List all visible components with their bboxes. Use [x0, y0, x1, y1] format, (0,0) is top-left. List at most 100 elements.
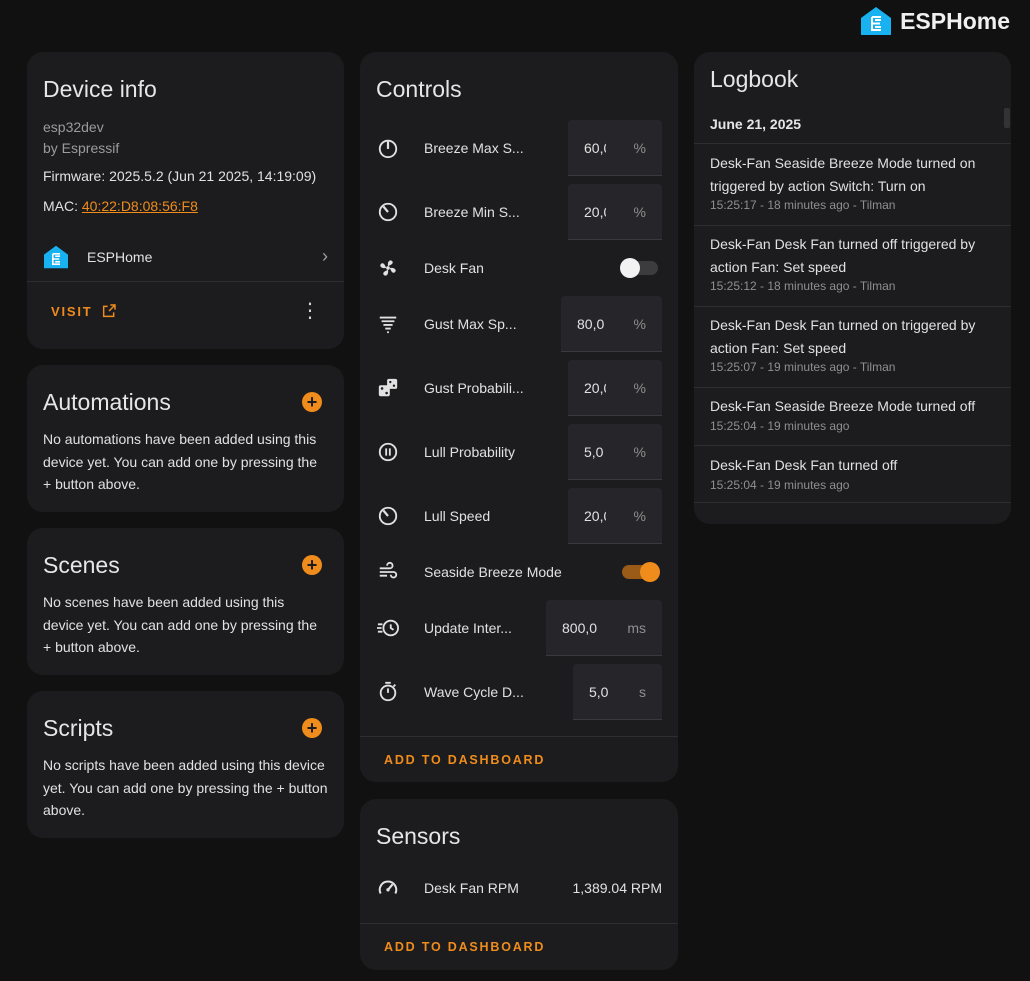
integration-label: ESPHome: [87, 248, 153, 265]
number-unit: %: [633, 315, 646, 332]
number-value: 80,0: [577, 315, 605, 332]
number-input[interactable]: 60,0 %: [568, 120, 662, 176]
brand-name: ESPHome: [900, 7, 1010, 34]
integration-row-esphome[interactable]: ESPHome ›: [27, 232, 344, 282]
control-label: Breeze Min S...: [424, 204, 520, 220]
control-label: Seaside Breeze Mode: [424, 564, 562, 580]
control-row[interactable]: Lull Speed 20,0 %: [360, 488, 678, 544]
esphome-logo-icon: [861, 7, 892, 35]
number-unit: %: [633, 379, 646, 396]
filter-icon: [376, 312, 400, 336]
number-input[interactable]: 800,0 ms: [546, 600, 662, 656]
dice-icon: [376, 376, 400, 400]
device-info-card: Device info esp32dev by Espressif Firmwa…: [27, 52, 344, 349]
add-scene-button[interactable]: +: [302, 555, 322, 575]
seaside-breeze-toggle[interactable]: [622, 562, 660, 582]
device-mac: MAC: 40:22:D8:08:56:F8: [27, 195, 344, 217]
number-unit: %: [633, 139, 646, 156]
number-unit: %: [633, 507, 646, 524]
log-message: Desk-Fan Seaside Breeze Mode turned off: [710, 398, 976, 414]
pause-circle-icon: [376, 440, 400, 464]
log-message: Desk-Fan Desk Fan turned on triggered by…: [710, 317, 976, 356]
number-value: 60,0: [584, 139, 606, 156]
number-value: 20,0: [584, 203, 606, 220]
sensor-row[interactable]: Desk Fan RPM 1,389.04 RPM: [360, 860, 678, 916]
log-message: Desk-Fan Desk Fan turned off: [710, 457, 898, 473]
control-row[interactable]: Gust Max Sp... 80,0 %: [360, 296, 678, 352]
automations-empty-text: No automations have been added using thi…: [43, 431, 317, 492]
log-message: Desk-Fan Desk Fan turned off triggered b…: [710, 236, 976, 275]
chevron-right-icon: ›: [322, 246, 328, 266]
sensor-value: 1,389.04 RPM: [572, 880, 663, 896]
controls-add-to-dashboard-button[interactable]: ADD TO DASHBOARD: [384, 753, 545, 767]
open-in-new-icon: [102, 304, 116, 318]
control-row[interactable]: Lull Probability 5,0 %: [360, 424, 678, 480]
scripts-title: Scripts: [43, 715, 114, 741]
logbook-scrollbar[interactable]: [1004, 108, 1010, 128]
log-entry[interactable]: Desk-Fan Desk Fan turned off triggered b…: [694, 233, 1011, 307]
automations-title: Automations: [43, 389, 171, 415]
logbook-title: Logbook: [710, 66, 799, 92]
clock-fast-icon: [376, 616, 400, 640]
control-label: Desk Fan: [424, 260, 484, 276]
toggle-knob: [640, 562, 660, 582]
visit-button[interactable]: VISIT: [51, 303, 117, 319]
number-input[interactable]: 5,0 %: [568, 424, 662, 480]
number-input[interactable]: 20,0 %: [568, 184, 662, 240]
control-row[interactable]: Seaside Breeze Mode: [360, 544, 678, 600]
scripts-empty-text: No scripts have been added using this de…: [43, 757, 328, 818]
add-automation-button[interactable]: +: [302, 392, 322, 412]
scenes-empty-text: No scenes have been added using this dev…: [43, 594, 317, 655]
number-value: 5,0: [589, 683, 609, 700]
log-entry[interactable]: Desk-Fan Seaside Breeze Mode turned off …: [694, 395, 1011, 446]
number-input[interactable]: 20,0 %: [568, 360, 662, 416]
automations-card: Automations + No automations have been a…: [27, 365, 344, 512]
speedometer-slow-icon: [376, 504, 400, 528]
control-row[interactable]: Desk Fan: [360, 240, 678, 296]
speedometer-slow-icon: [376, 200, 400, 224]
logbook-date: June 21, 2025: [710, 116, 802, 132]
control-row[interactable]: Wave Cycle D... 5,0 s: [360, 664, 678, 720]
sensors-title: Sensors: [376, 823, 461, 849]
log-meta: 15:25:12 - 18 minutes ago - Tilman: [710, 279, 896, 293]
brand: ESPHome: [860, 6, 1010, 36]
scenes-title: Scenes: [43, 552, 120, 578]
number-unit: ms: [627, 619, 646, 636]
weather-windy-icon: [376, 560, 400, 584]
divider: [360, 736, 678, 737]
control-label: Gust Max Sp...: [424, 316, 517, 332]
number-input[interactable]: 20,0 %: [568, 488, 662, 544]
sensors-add-to-dashboard-button[interactable]: ADD TO DASHBOARD: [384, 940, 545, 954]
control-row[interactable]: Gust Probabili... 20,0 %: [360, 360, 678, 416]
scripts-card: Scripts + No scripts have been added usi…: [27, 691, 344, 838]
number-input[interactable]: 80,0 %: [561, 296, 662, 352]
number-unit: %: [633, 443, 646, 460]
control-row[interactable]: Update Inter... 800,0 ms: [360, 600, 678, 656]
gauge-icon: [376, 876, 400, 900]
control-label: Wave Cycle D...: [424, 684, 524, 700]
timer-icon: [376, 680, 400, 704]
esphome-icon: [44, 245, 68, 268]
number-input[interactable]: 5,0 s: [573, 664, 662, 720]
add-script-button[interactable]: +: [302, 718, 322, 738]
sensor-label: Desk Fan RPM: [424, 880, 519, 896]
mac-link[interactable]: 40:22:D8:08:56:F8: [82, 198, 198, 214]
speedometer-icon: [376, 136, 400, 160]
device-info-title: Device info: [43, 76, 157, 102]
visit-label: VISIT: [51, 303, 93, 319]
number-value: 800,0: [562, 619, 598, 636]
log-entry[interactable]: Desk-Fan Seaside Breeze Mode turned on t…: [694, 152, 1011, 226]
control-row[interactable]: Breeze Max S... 60,0 %: [360, 120, 678, 176]
number-unit: %: [633, 203, 646, 220]
more-options-icon[interactable]: ⋮: [300, 301, 320, 321]
toggle-knob: [620, 258, 640, 278]
log-entry[interactable]: Desk-Fan Desk Fan turned on triggered by…: [694, 314, 1011, 388]
fan-icon: [376, 256, 400, 280]
control-row[interactable]: Breeze Min S... 20,0 %: [360, 184, 678, 240]
device-manufacturer: by Espressif: [43, 140, 120, 156]
log-entry[interactable]: Desk-Fan Desk Fan turned off 15:25:04 - …: [694, 454, 1011, 503]
number-value: 5,0: [584, 443, 604, 460]
device-firmware: Firmware: 2025.5.2 (Jun 21 2025, 14:19:0…: [43, 168, 317, 184]
desk-fan-toggle[interactable]: [620, 258, 658, 278]
control-label: Breeze Max S...: [424, 140, 524, 156]
